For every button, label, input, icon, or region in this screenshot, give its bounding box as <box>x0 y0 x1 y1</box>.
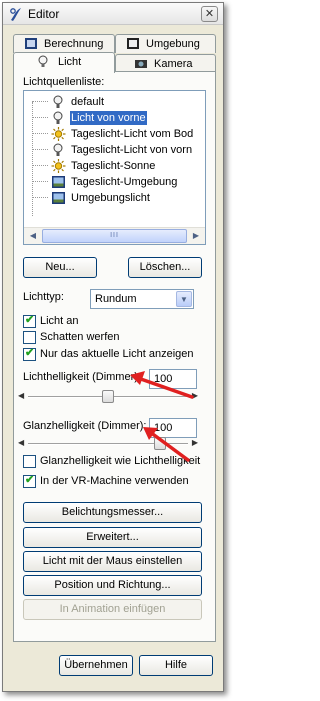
belichtungsmesser-button[interactable]: Belichtungsmesser... <box>23 502 202 523</box>
bulb-icon <box>53 143 63 156</box>
tree-connector <box>32 165 48 166</box>
lichthelligkeit-value: 100 <box>154 373 173 385</box>
slider-right-arrow-icon[interactable]: ▶ <box>192 438 198 447</box>
dropdown-arrow-icon[interactable]: ▼ <box>176 291 192 307</box>
sun-icon <box>51 127 66 141</box>
window-title: Editor <box>28 7 60 21</box>
delete-button[interactable]: Löschen... <box>128 257 202 278</box>
licht-an-label: Licht an <box>40 315 79 327</box>
tab-licht[interactable]: Licht <box>13 52 115 73</box>
lichthelligkeit-input[interactable]: 100 <box>149 369 197 389</box>
lichthelligkeit-label: Lichthelligkeit (Dimmer): <box>23 371 141 383</box>
list-horizontal-scrollbar[interactable]: ◀ III ▶ <box>24 227 205 244</box>
light-list-item[interactable]: Tageslicht-Sonne <box>24 158 205 174</box>
tree-connector <box>32 181 48 182</box>
sun-icon <box>51 159 66 173</box>
glanzhelligkeit-value: 100 <box>154 422 173 434</box>
light-list-item[interactable]: Tageslicht-Umgebung <box>24 174 205 190</box>
glanzhelligkeit-label: Glanzhelligkeit (Dimmer): <box>23 420 147 432</box>
camera-icon <box>135 60 147 68</box>
tree-connector <box>32 117 48 118</box>
slider-thumb[interactable] <box>153 437 166 450</box>
lichttyp-label: Lichttyp: <box>23 291 64 303</box>
light-list-item-label: default <box>71 96 105 108</box>
scroll-left-arrow-icon[interactable]: ◀ <box>25 228 41 244</box>
close-button[interactable]: ✕ <box>201 6 218 22</box>
glanzhelligkeit-input[interactable]: 100 <box>149 418 197 438</box>
light-list-item-label: Tageslicht-Licht von vorn <box>71 144 193 156</box>
tab-licht-label: Licht <box>58 56 82 68</box>
light-list-item[interactable]: Licht von vorne <box>24 110 205 126</box>
tree-connector <box>32 101 48 102</box>
bulb-icon <box>53 111 63 124</box>
licht-panel: Lichtquellenliste: default Licht von vorn… <box>13 71 216 642</box>
checkmark-icon: ✔ <box>25 347 35 359</box>
environment-icon <box>52 192 65 204</box>
glanzhelligkeit-slider[interactable]: ◀ ▶ <box>18 437 198 451</box>
calculation-icon <box>25 38 37 49</box>
checkmark-icon: ✔ <box>25 474 35 486</box>
light-list-item-label: Tageslicht-Umgebung <box>71 176 178 188</box>
environment-icon <box>52 176 65 188</box>
bulb-icon <box>38 55 48 67</box>
erweitert-button[interactable]: Erweitert... <box>23 527 202 548</box>
tab-umgebung[interactable]: Umgebung <box>115 34 216 53</box>
slider-left-arrow-icon[interactable]: ◀ <box>18 391 24 400</box>
tab-berechnung-label: Berechnung <box>44 38 104 50</box>
close-icon: ✕ <box>204 8 215 20</box>
glanz-wie-licht-checkbox[interactable] <box>23 455 36 468</box>
tab-berechnung[interactable]: Berechnung <box>13 34 115 53</box>
lichthelligkeit-slider[interactable]: ◀ ▶ <box>18 390 198 404</box>
tab-umgebung-label: Umgebung <box>146 38 200 50</box>
light-source-list[interactable]: default Licht von vorne Tageslicht-Licht v… <box>23 90 206 245</box>
environment-tab-icon <box>127 38 139 49</box>
light-list-item-label: Tageslicht-Licht vom Bod <box>71 128 194 140</box>
licht-maus-button[interactable]: Licht mit der Maus einstellen <box>23 551 202 572</box>
nur-aktuelle-label: Nur das aktuelle Licht anzeigen <box>40 348 194 360</box>
lichttyp-select[interactable]: Rundum ▼ <box>90 289 194 309</box>
tree-connector <box>32 149 48 150</box>
tree-connector <box>32 133 48 134</box>
in-animation-button: In Animation einfügen <box>23 599 202 620</box>
nur-aktuelle-checkbox[interactable]: ✔ <box>23 347 36 361</box>
light-list-item[interactable]: Tageslicht-Licht vom Bod <box>24 126 205 142</box>
light-list-item[interactable]: Tageslicht-Licht von vorn <box>24 142 205 158</box>
tree-connector <box>32 197 48 198</box>
scrollbar-thumb[interactable]: III <box>42 229 187 243</box>
scroll-right-arrow-icon[interactable]: ▶ <box>188 228 204 244</box>
vr-machine-checkbox[interactable]: ✔ <box>23 474 36 488</box>
schatten-label: Schatten werfen <box>40 331 120 343</box>
title-bar[interactable]: Editor ✕ <box>3 3 223 25</box>
lichttyp-value: Rundum <box>95 293 137 305</box>
light-list-item[interactable]: default <box>24 94 205 110</box>
app-logo-icon <box>10 8 21 21</box>
light-list-item[interactable]: Umgebungslicht <box>24 190 205 206</box>
slider-right-arrow-icon[interactable]: ▶ <box>192 391 198 400</box>
position-richtung-button[interactable]: Position und Richtung... <box>23 575 202 596</box>
light-list-item-label: Licht von vorne <box>70 111 147 125</box>
checkmark-icon: ✔ <box>25 314 35 326</box>
slider-left-arrow-icon[interactable]: ◀ <box>18 438 24 447</box>
hilfe-button[interactable]: Hilfe <box>139 655 213 676</box>
light-list-item-label: Tageslicht-Sonne <box>71 160 156 172</box>
schatten-checkbox[interactable] <box>23 331 36 344</box>
licht-an-checkbox[interactable]: ✔ <box>23 314 36 328</box>
lichtquellenliste-label: Lichtquellenliste: <box>23 76 105 88</box>
slider-thumb[interactable] <box>102 390 114 403</box>
editor-window: Editor ✕ Berechnung Umgebung Licht Kamer… <box>2 2 224 692</box>
new-button[interactable]: Neu... <box>23 257 97 278</box>
uebernehmen-button[interactable]: Übernehmen <box>59 655 133 676</box>
vr-machine-label: In der VR-Machine verwenden <box>40 475 189 487</box>
light-list-item-label: Umgebungslicht <box>71 192 150 204</box>
glanz-wie-licht-label: Glanzhelligkeit wie Lichthelligkeit <box>40 455 201 467</box>
bulb-icon <box>53 95 63 108</box>
